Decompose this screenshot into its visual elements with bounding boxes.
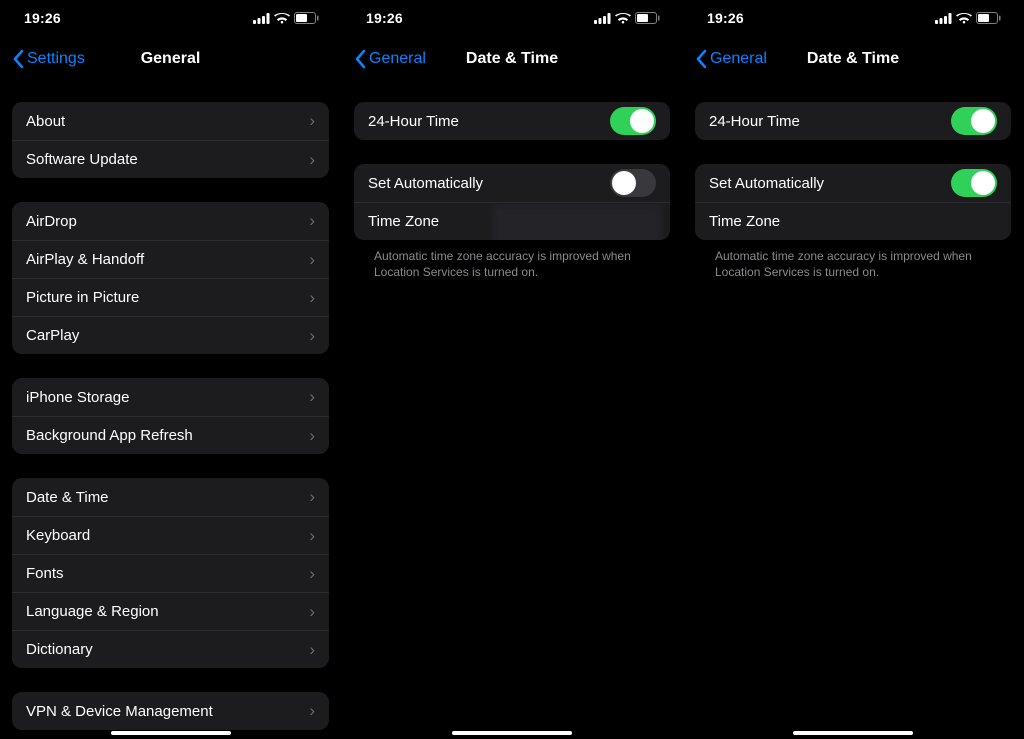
- back-button[interactable]: Settings: [8, 45, 89, 73]
- footer-note: Automatic time zone accuracy is improved…: [695, 240, 1011, 280]
- wifi-icon: [956, 13, 972, 24]
- row-date-time[interactable]: Date & Time›: [12, 478, 329, 516]
- row-software-update[interactable]: Software Update›: [12, 140, 329, 178]
- chevron-right-icon: ›: [309, 250, 315, 270]
- wifi-icon: [274, 13, 290, 24]
- row-set-automatically: Set Automatically: [695, 164, 1011, 202]
- chevron-right-icon: ›: [309, 640, 315, 660]
- chevron-right-icon: ›: [309, 387, 315, 407]
- chevron-right-icon: ›: [309, 288, 315, 308]
- row-carplay[interactable]: CarPlay›: [12, 316, 329, 354]
- row-time-zone[interactable]: Time Zone: [695, 202, 1011, 240]
- home-indicator[interactable]: [111, 731, 231, 735]
- chevron-left-icon: [695, 49, 707, 69]
- row-time-zone[interactable]: Time Zone: [354, 202, 670, 240]
- battery-icon: [635, 12, 660, 24]
- chevron-right-icon: ›: [309, 564, 315, 584]
- chevron-right-icon: ›: [309, 326, 315, 346]
- cellular-icon: [594, 13, 611, 24]
- settings-group: Date & Time› Keyboard› Fonts› Language &…: [12, 478, 329, 668]
- nav-header: Settings General: [0, 36, 341, 82]
- status-time: 19:26: [707, 10, 744, 26]
- settings-group: AirDrop› AirPlay & Handoff› Picture in P…: [12, 202, 329, 354]
- row-vpn[interactable]: VPN & Device Management›: [12, 692, 329, 730]
- settings-group: iPhone Storage› Background App Refresh›: [12, 378, 329, 454]
- chevron-right-icon: ›: [309, 602, 315, 622]
- back-label: General: [369, 50, 426, 68]
- settings-group: About› Software Update›: [12, 102, 329, 178]
- row-dictionary[interactable]: Dictionary›: [12, 630, 329, 668]
- status-bar: 19:26: [342, 0, 682, 36]
- toggle-24hour[interactable]: [610, 107, 656, 135]
- settings-group: 24-Hour Time: [354, 102, 670, 140]
- status-bar: 19:26: [683, 0, 1023, 36]
- status-right: [594, 12, 660, 24]
- back-button[interactable]: General: [691, 45, 771, 73]
- cellular-icon: [253, 13, 270, 24]
- row-about[interactable]: About›: [12, 102, 329, 140]
- chevron-left-icon: [12, 49, 24, 69]
- chevron-left-icon: [354, 49, 366, 69]
- settings-list: About› Software Update› AirDrop› AirPlay…: [0, 102, 341, 730]
- status-time: 19:26: [24, 10, 61, 26]
- cellular-icon: [935, 13, 952, 24]
- toggle-set-automatically[interactable]: [951, 169, 997, 197]
- chevron-right-icon: ›: [309, 111, 315, 131]
- settings-list: 24-Hour Time Set Automatically Time Zone…: [342, 102, 682, 280]
- chevron-right-icon: ›: [309, 426, 315, 446]
- row-24hour: 24-Hour Time: [695, 102, 1011, 140]
- wifi-icon: [615, 13, 631, 24]
- time-zone-value-redacted: [492, 204, 662, 241]
- row-airdrop[interactable]: AirDrop›: [12, 202, 329, 240]
- row-keyboard[interactable]: Keyboard›: [12, 516, 329, 554]
- back-button[interactable]: General: [350, 45, 430, 73]
- row-language[interactable]: Language & Region›: [12, 592, 329, 630]
- battery-icon: [294, 12, 319, 24]
- chevron-right-icon: ›: [309, 211, 315, 231]
- settings-group: 24-Hour Time: [695, 102, 1011, 140]
- nav-header: General Date & Time: [342, 36, 682, 82]
- chevron-right-icon: ›: [309, 526, 315, 546]
- screen-date-time-on: 19:26 General Date & Time 24-Hour Time S…: [682, 0, 1023, 739]
- home-indicator[interactable]: [793, 731, 913, 735]
- back-label: Settings: [27, 50, 85, 68]
- toggle-24hour[interactable]: [951, 107, 997, 135]
- row-bg-refresh[interactable]: Background App Refresh›: [12, 416, 329, 454]
- row-24hour: 24-Hour Time: [354, 102, 670, 140]
- status-right: [253, 12, 319, 24]
- screen-general: 19:26 Settings General About› Software U…: [0, 0, 341, 739]
- status-right: [935, 12, 1001, 24]
- battery-icon: [976, 12, 1001, 24]
- status-time: 19:26: [366, 10, 403, 26]
- screen-date-time-off: 19:26 General Date & Time 24-Hour Time S…: [341, 0, 682, 739]
- settings-list: 24-Hour Time Set Automatically Time Zone…: [683, 102, 1023, 280]
- settings-group: VPN & Device Management›: [12, 692, 329, 730]
- nav-header: General Date & Time: [683, 36, 1023, 82]
- home-indicator[interactable]: [452, 731, 572, 735]
- settings-group: Set Automatically Time Zone: [695, 164, 1011, 240]
- row-pip[interactable]: Picture in Picture›: [12, 278, 329, 316]
- chevron-right-icon: ›: [309, 150, 315, 170]
- footer-note: Automatic time zone accuracy is improved…: [354, 240, 670, 280]
- status-bar: 19:26: [0, 0, 341, 36]
- row-fonts[interactable]: Fonts›: [12, 554, 329, 592]
- toggle-set-automatically[interactable]: [610, 169, 656, 197]
- row-storage[interactable]: iPhone Storage›: [12, 378, 329, 416]
- row-set-automatically: Set Automatically: [354, 164, 670, 202]
- settings-group: Set Automatically Time Zone: [354, 164, 670, 240]
- chevron-right-icon: ›: [309, 487, 315, 507]
- chevron-right-icon: ›: [309, 701, 315, 721]
- back-label: General: [710, 50, 767, 68]
- row-airplay[interactable]: AirPlay & Handoff›: [12, 240, 329, 278]
